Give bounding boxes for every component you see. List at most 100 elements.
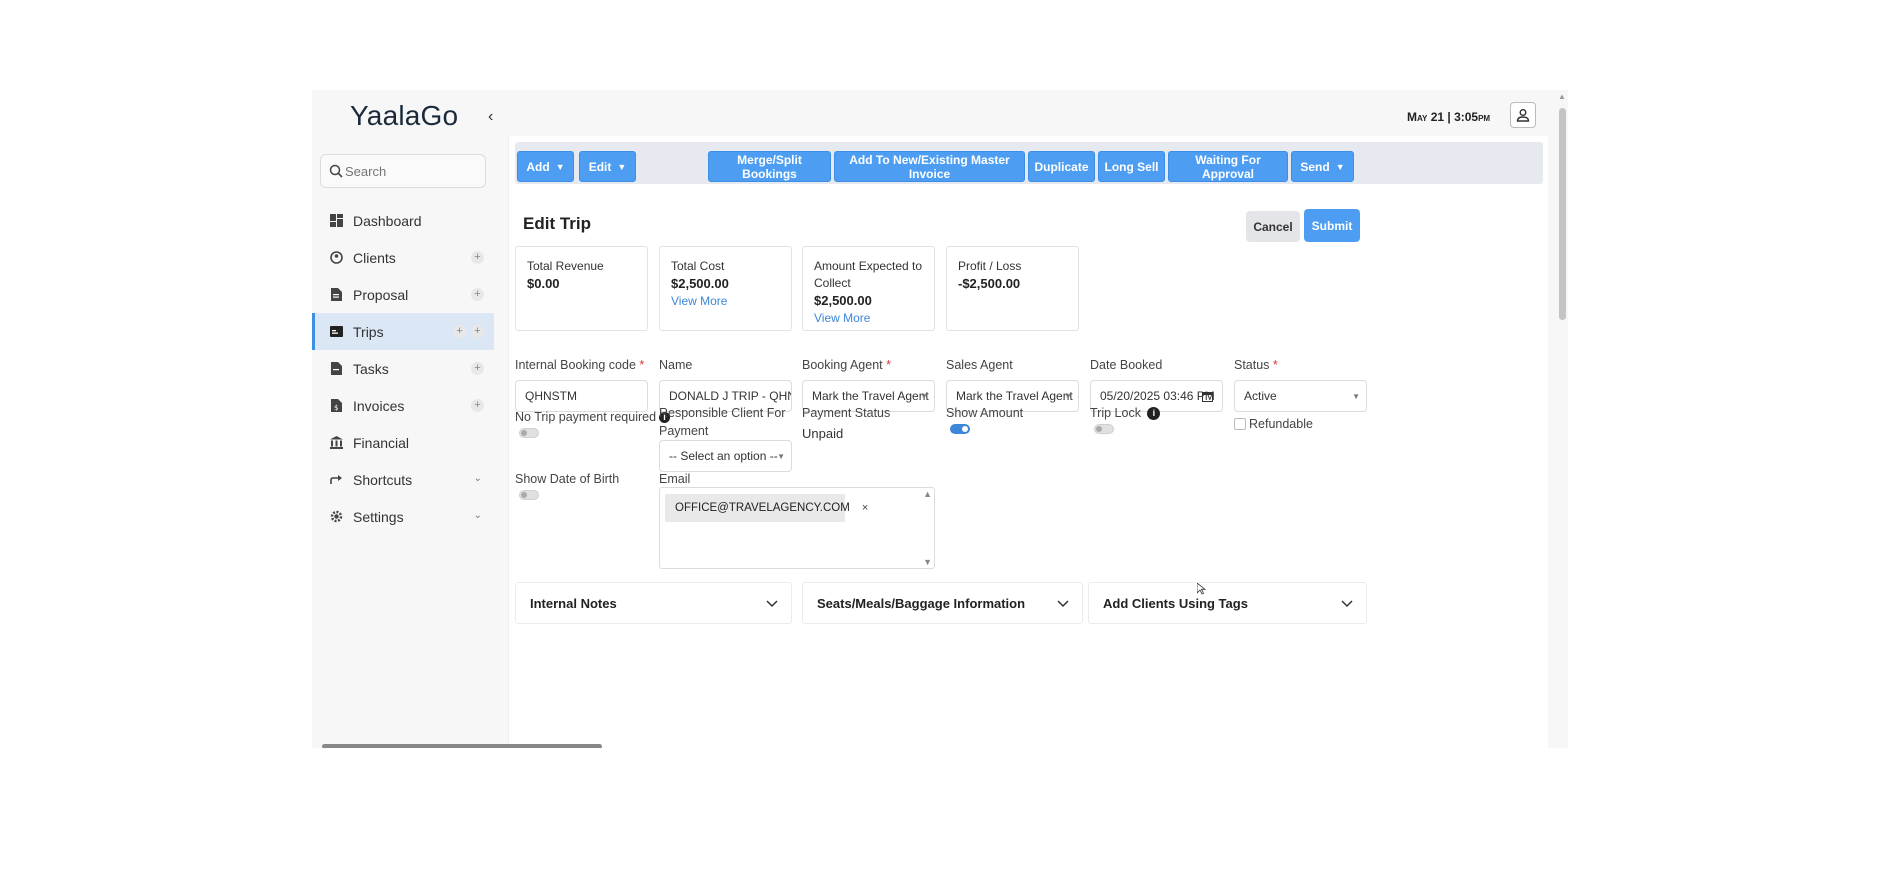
sidebar-item-label: Proposal (353, 286, 409, 303)
show-dob-toggle[interactable] (519, 490, 539, 500)
dropdown-arrow-icon: ▼ (1064, 392, 1072, 401)
email-chip: OFFICE@TRAVELAGENCY.COM × (665, 494, 868, 522)
toolbar: Add ▼ Edit ▼ Merge/Split Bookings Add To N… (515, 142, 1543, 184)
sidebar-item-shortcuts[interactable]: Shortcuts ⌄ (312, 461, 494, 498)
waiting-for-approval-button[interactable]: Waiting For Approval (1168, 151, 1288, 182)
card-value: $0.00 (527, 276, 560, 291)
card-label: Total Revenue (527, 259, 604, 273)
sidebar-item-financial[interactable]: Financial (312, 424, 494, 461)
send-label: Send (1300, 159, 1330, 174)
user-profile-button[interactable] (1510, 102, 1536, 128)
add-clients-tags-accordion[interactable]: Add Clients Using Tags (1088, 582, 1367, 624)
current-datetime: May 21 | 3:05pm (1407, 110, 1491, 124)
show-amount-label: Show Amount (946, 406, 1024, 420)
merge-split-bookings-button[interactable]: Merge/Split Bookings (708, 151, 831, 182)
sidebar-item-dashboard[interactable]: Dashboard (312, 202, 494, 239)
sidebar-item-label: Clients (353, 249, 396, 266)
chevron-down-icon (1057, 600, 1069, 608)
cancel-button[interactable]: Cancel (1246, 211, 1300, 242)
view-more-link[interactable]: View More (671, 294, 780, 308)
responsible-client-select[interactable]: -- Select an option -- ▼ (659, 440, 792, 472)
label-text: Trip Lock (1090, 406, 1141, 420)
internal-notes-accordion[interactable]: Internal Notes (515, 582, 792, 624)
total-revenue-card: Total Revenue $0.00 (515, 246, 648, 331)
tasks-icon (329, 362, 343, 376)
app-window: YaalaGo ‹ Dashboard Clients + Proposal + (312, 90, 1568, 748)
add-proposal-icon[interactable]: + (471, 288, 484, 301)
card-label: Profit / Loss (958, 259, 1022, 273)
sidebar-item-label: Invoices (353, 397, 405, 414)
calendar-icon[interactable] (1202, 391, 1213, 402)
submit-button[interactable]: Submit (1304, 209, 1360, 242)
email-tags-input[interactable]: OFFICE@TRAVELAGENCY.COM × ▲ ▼ (659, 487, 935, 569)
sidebar-item-label: Trips (353, 323, 384, 340)
sidebar-item-label: Settings (353, 508, 404, 525)
card-value: $2,500.00 (671, 276, 729, 291)
brand-logo: YaalaGo (350, 100, 459, 131)
email-label: Email (659, 472, 691, 486)
select-value: Mark the Travel Agent (812, 389, 929, 403)
view-more-link[interactable]: View More (814, 311, 923, 325)
scroll-up-icon[interactable]: ▲ (1558, 92, 1566, 101)
seats-meals-baggage-accordion[interactable]: Seats/Meals/Baggage Information (802, 582, 1083, 624)
add-client-icon[interactable]: + (471, 251, 484, 264)
sidebar-item-label: Shortcuts (353, 471, 413, 488)
no-trip-payment-toggle[interactable] (519, 428, 539, 438)
accordion-label: Seats/Meals/Baggage Information (817, 595, 1026, 611)
collapse-sidebar-icon[interactable]: ‹ (488, 108, 493, 126)
chevron-down-icon[interactable]: ⌄ (474, 510, 482, 521)
refundable-checkbox[interactable] (1234, 418, 1246, 430)
required-mark: * (639, 358, 645, 372)
label-text: Status (1234, 358, 1270, 372)
sidebar-item-invoices[interactable]: $ Invoices + (312, 387, 494, 424)
label-text: Booking Agent (802, 358, 883, 372)
add-invoice-icon[interactable]: + (471, 399, 484, 412)
add-button[interactable]: Add ▼ (517, 151, 574, 182)
sidebar-item-tasks[interactable]: Tasks + (312, 350, 494, 387)
scroll-up-icon[interactable]: ▲ (923, 489, 932, 499)
select-value: -- Select an option -- (669, 449, 778, 463)
sidebar-item-clients[interactable]: Clients + (312, 239, 494, 276)
vertical-scrollbar[interactable]: ▲ (1556, 90, 1568, 748)
document-icon (329, 288, 343, 302)
trip-lock-toggle[interactable] (1094, 424, 1114, 434)
sidebar-item-label: Financial (353, 434, 410, 451)
search-box[interactable] (320, 154, 486, 188)
trips-icon (329, 325, 343, 339)
mouse-cursor-icon (1197, 583, 1207, 595)
invoice-icon: $ (329, 399, 343, 413)
add-trip-alt-icon[interactable]: + (471, 325, 484, 338)
sidebar-item-label: Tasks (353, 360, 389, 377)
search-input[interactable] (345, 163, 475, 179)
info-icon[interactable]: i (1147, 407, 1161, 421)
edit-button[interactable]: Edit ▼ (579, 151, 636, 182)
add-trip-icon[interactable]: + (453, 325, 466, 338)
bank-icon (329, 436, 343, 450)
master-invoice-button[interactable]: Add To New/Existing Master Invoice (834, 151, 1025, 182)
show-amount-toggle[interactable] (950, 424, 970, 434)
sidebar-item-proposal[interactable]: Proposal + (312, 276, 494, 313)
chevron-down-icon[interactable]: ⌄ (474, 473, 482, 484)
remove-chip-icon[interactable]: × (862, 502, 868, 514)
svg-text:$: $ (334, 404, 338, 412)
card-value: $2,500.00 (814, 293, 872, 308)
duplicate-button[interactable]: Duplicate (1028, 151, 1095, 182)
card-value: -$2,500.00 (958, 276, 1021, 291)
sidebar-item-trips[interactable]: Trips + + (312, 313, 494, 350)
send-button[interactable]: Send ▼ (1291, 151, 1354, 182)
booking-agent-label: Booking Agent * (802, 356, 891, 374)
long-sell-button[interactable]: Long Sell (1098, 151, 1165, 182)
label-text: Internal Booking code (515, 358, 636, 372)
add-task-icon[interactable]: + (471, 362, 484, 375)
scroll-down-icon[interactable]: ▼ (923, 557, 932, 567)
chevron-down-icon: ▼ (617, 161, 627, 172)
user-icon (1516, 109, 1530, 122)
horizontal-scrollbar[interactable] (322, 744, 602, 748)
required-mark: * (886, 358, 891, 372)
trip-lock-label: Trip Lock i (1090, 404, 1161, 422)
status-select[interactable]: Active ▼ (1234, 380, 1367, 412)
scrollbar-thumb[interactable] (1559, 108, 1566, 320)
select-value: Active (1244, 389, 1277, 403)
chevron-down-icon: ▼ (1335, 161, 1345, 172)
sidebar-item-settings[interactable]: Settings ⌄ (312, 498, 494, 535)
